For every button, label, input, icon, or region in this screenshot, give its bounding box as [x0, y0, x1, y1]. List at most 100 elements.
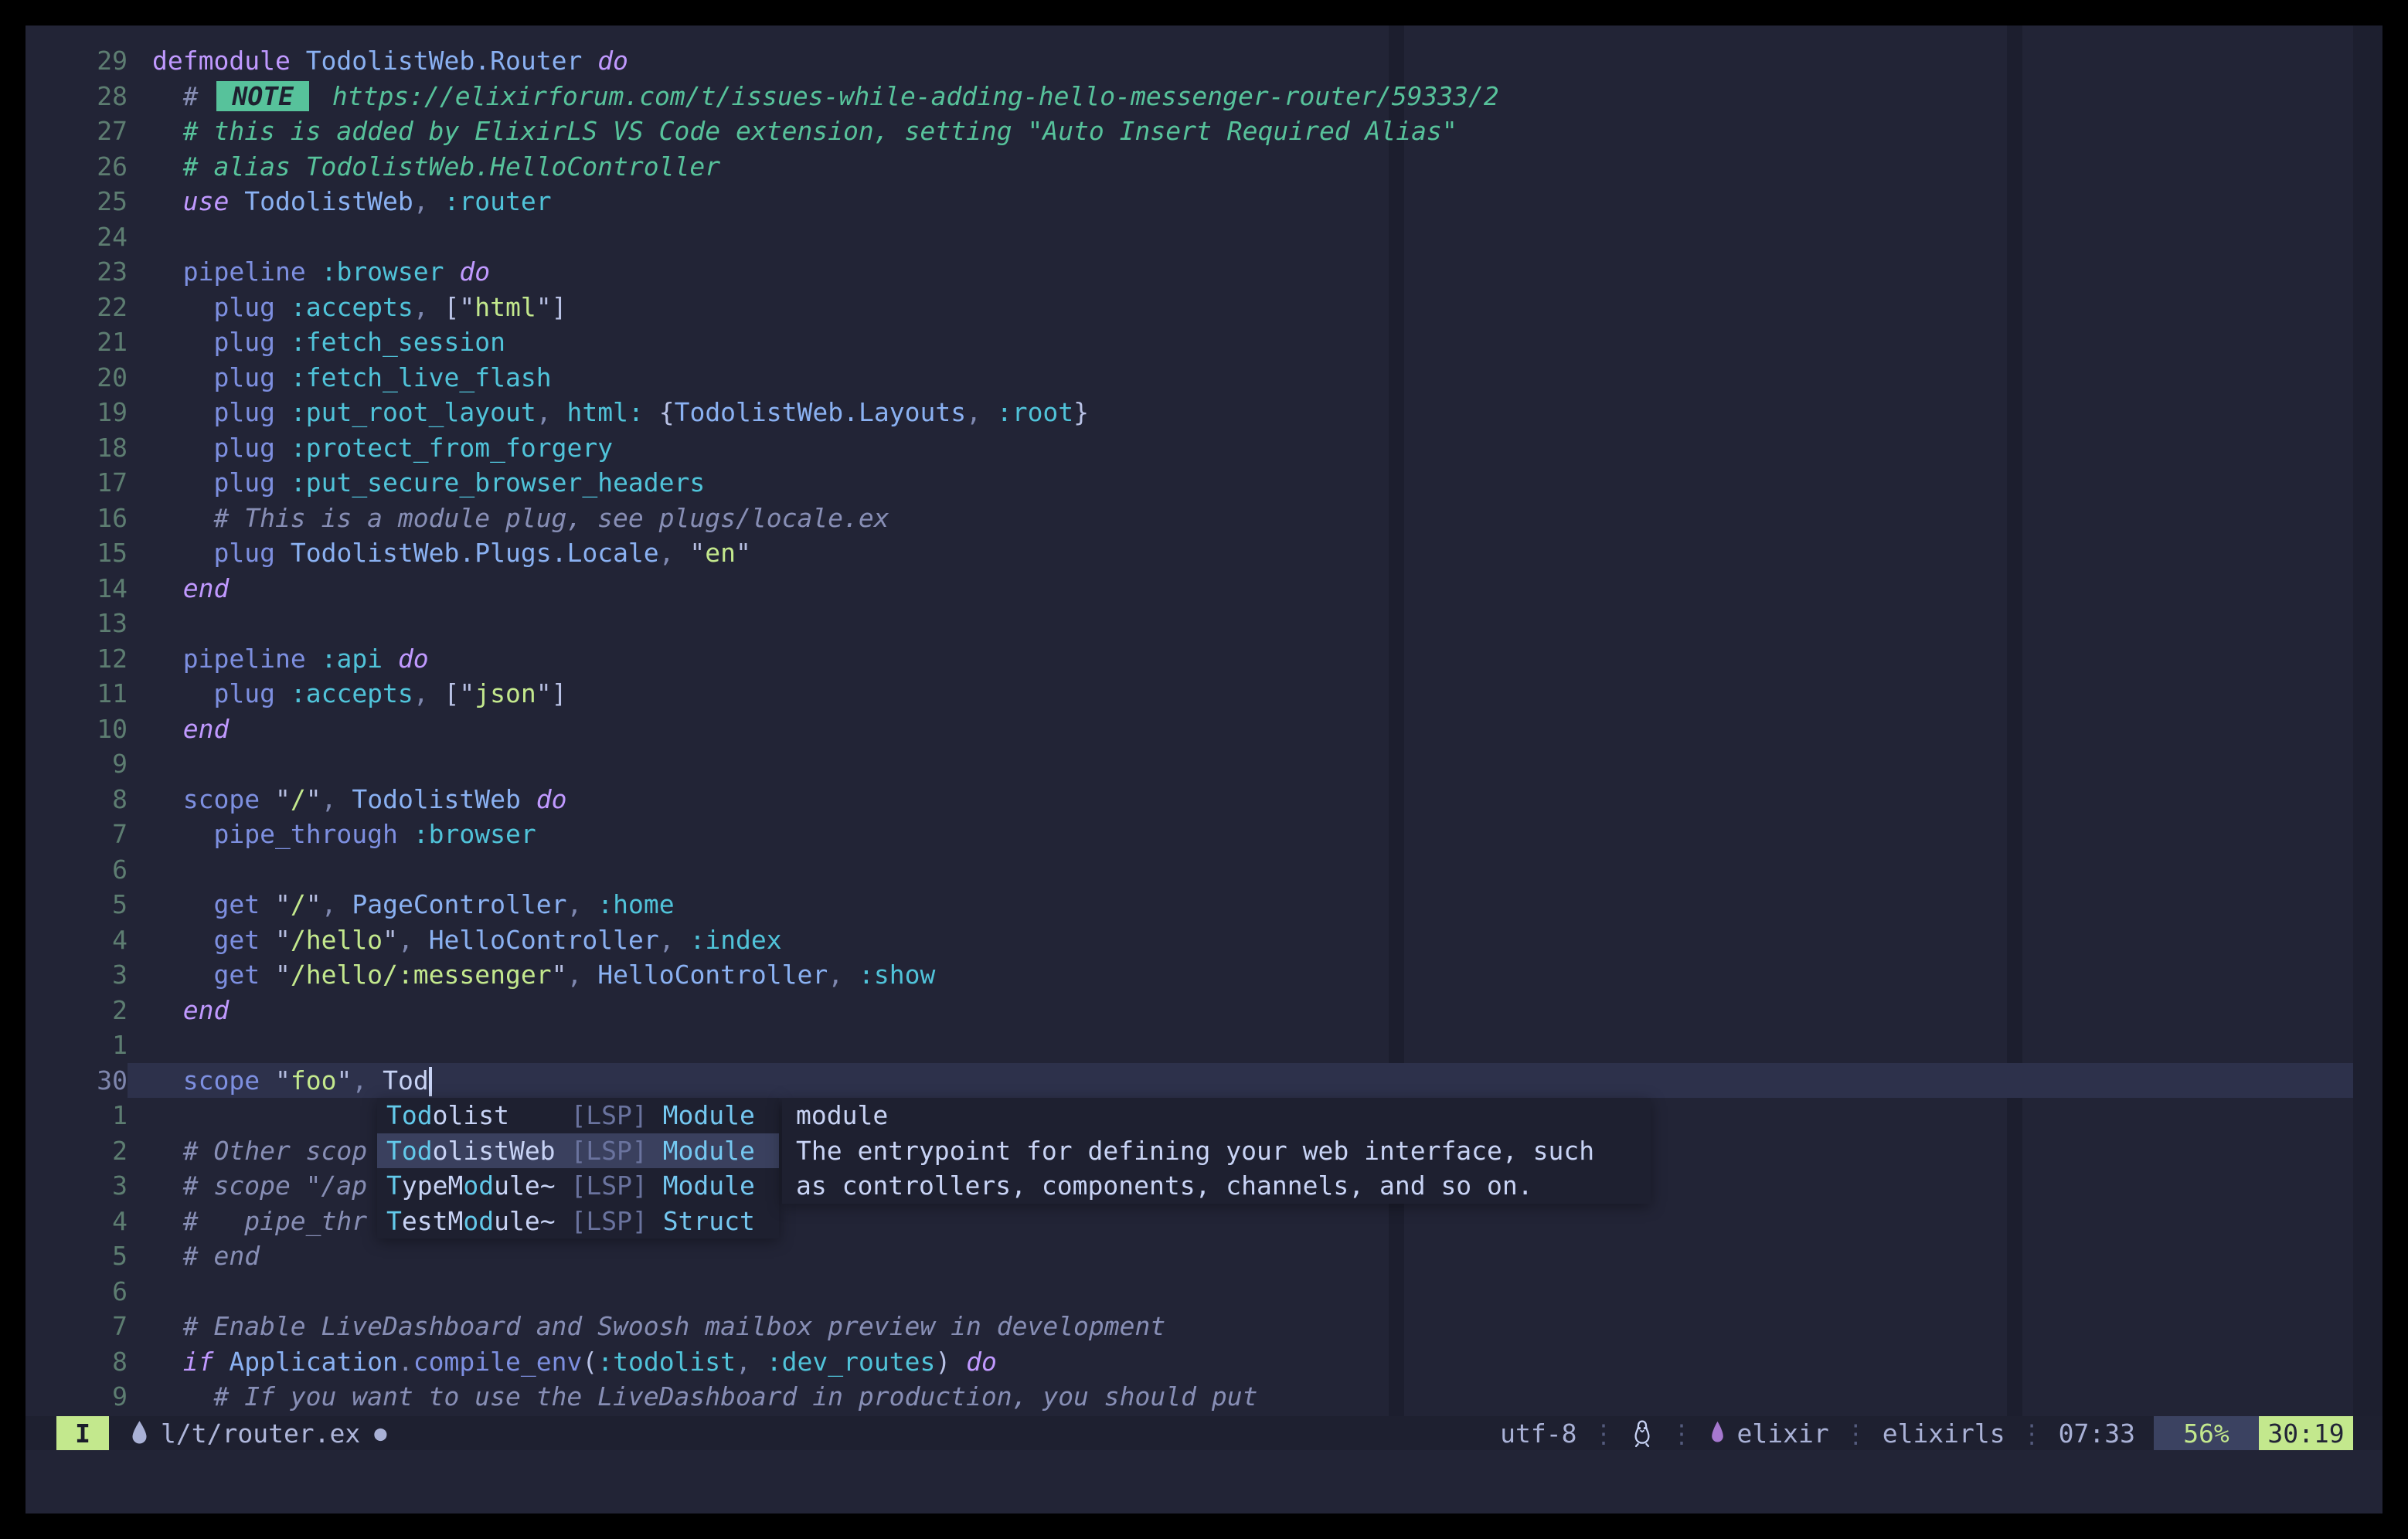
filename: l/t/router.ex	[161, 1418, 360, 1449]
line-number: 1	[56, 1098, 128, 1133]
line-number: 6	[56, 1274, 128, 1310]
code-line[interactable]: 17 plug :put_secure_browser_headers	[56, 465, 2353, 501]
code-line[interactable]: 9 # If you want to use the LiveDashboard…	[56, 1379, 2353, 1415]
line-number: 19	[56, 395, 128, 430]
code-line[interactable]: 12 pipeline :api do	[56, 641, 2353, 677]
line-number: 21	[56, 324, 128, 360]
statusline: I l/t/router.ex ● utf-8 ⋮ ⋮ elixir ⋮	[26, 1416, 2382, 1450]
filetype-label: elixir	[1736, 1418, 1828, 1449]
code-line[interactable]: 19 plug :put_root_layout, html: {Todolis…	[56, 395, 2353, 430]
code-line[interactable]: 6	[56, 852, 2353, 888]
code-line[interactable]: 4 get "/hello", HelloController, :index	[56, 922, 2353, 958]
code-line[interactable]: 8 if Application.compile_env(:todolist, …	[56, 1344, 2353, 1380]
code-line[interactable]: 13	[56, 606, 2353, 641]
line-number: 22	[56, 290, 128, 325]
encoding-label: utf-8	[1500, 1418, 1576, 1449]
line-number: 11	[56, 676, 128, 712]
file-droplet-icon	[129, 1419, 150, 1447]
line-number: 5	[56, 1238, 128, 1274]
elixir-droplet-icon	[1708, 1419, 1727, 1447]
line-number: 9	[56, 746, 128, 782]
line-number: 17	[56, 465, 128, 501]
scrollbar-area[interactable]	[2353, 25, 2382, 1416]
doc-line: The entrypoint for defining your web int…	[796, 1133, 1651, 1169]
line-number: 2	[56, 1133, 128, 1169]
line-number: 1	[56, 1028, 128, 1063]
code-line[interactable]: 29defmodule TodolistWeb.Router do	[56, 43, 2353, 79]
code-line[interactable]: 21 plug :fetch_session	[56, 324, 2353, 360]
code-line[interactable]: 18 plug :protect_from_forgery	[56, 430, 2353, 466]
doc-line: module	[796, 1098, 1651, 1133]
doc-line: as controllers, components, channels, an…	[796, 1168, 1651, 1204]
line-number: 8	[56, 782, 128, 817]
code-line[interactable]: 10 end	[56, 712, 2353, 747]
line-number: 9	[56, 1379, 128, 1415]
code-line[interactable]: 6	[56, 1274, 2353, 1310]
separator: ⋮	[1590, 1418, 1616, 1449]
code-line[interactable]: 30 scope "foo", Tod	[56, 1063, 2353, 1099]
line-number: 15	[56, 535, 128, 571]
neovim-window: 29defmodule TodolistWeb.Router do28 # NO…	[26, 25, 2382, 1514]
code-line[interactable]: 9	[56, 746, 2353, 782]
line-number: 28	[56, 79, 128, 114]
line-number: 14	[56, 571, 128, 606]
line-number: 7	[56, 817, 128, 852]
line-number: 3	[56, 1168, 128, 1204]
code-line[interactable]: 25 use TodolistWeb, :router	[56, 184, 2353, 219]
lsp-label: elixirls	[1883, 1418, 2005, 1449]
code-line[interactable]: 7 pipe_through :browser	[56, 817, 2353, 852]
text-cursor	[429, 1067, 432, 1096]
line-number: 20	[56, 360, 128, 396]
line-number: 4	[56, 1204, 128, 1239]
completion-docs: moduleThe entrypoint for defining your w…	[782, 1098, 1651, 1204]
line-number: 27	[56, 114, 128, 149]
completion-item[interactable]: Todolist [LSP] Module	[377, 1098, 779, 1133]
completion-popup: Todolist [LSP] ModuleTodolistWeb [LSP] M…	[377, 1098, 779, 1238]
line-number: 5	[56, 887, 128, 922]
line-number: 4	[56, 922, 128, 958]
code-line[interactable]: 23 pipeline :browser do	[56, 254, 2353, 290]
cursor-position: 30:19	[2259, 1416, 2353, 1450]
code-line[interactable]: 1	[56, 1028, 2353, 1063]
line-number: 26	[56, 149, 128, 185]
code-line[interactable]: 16 # This is a module plug, see plugs/lo…	[56, 501, 2353, 536]
line-number: 10	[56, 712, 128, 747]
code-line[interactable]: 2 end	[56, 993, 2353, 1028]
file-progress: 56%	[2154, 1416, 2259, 1450]
completion-item[interactable]: TestModule~ [LSP] Struct	[377, 1204, 779, 1239]
code-line[interactable]: 7 # Enable LiveDashboard and Swoosh mail…	[56, 1309, 2353, 1344]
code-line[interactable]: 15 plug TodolistWeb.Plugs.Locale, "en"	[56, 535, 2353, 571]
line-number: 7	[56, 1309, 128, 1344]
line-number: 23	[56, 254, 128, 290]
line-number: 12	[56, 641, 128, 677]
code-line[interactable]: 3 get "/hello/:messenger", HelloControll…	[56, 957, 2353, 993]
linux-penguin-icon	[1630, 1418, 1655, 1448]
code-line[interactable]: 8 scope "/", TodolistWeb do	[56, 782, 2353, 817]
line-number: 2	[56, 993, 128, 1028]
line-number: 13	[56, 606, 128, 641]
code-line[interactable]: 20 plug :fetch_live_flash	[56, 360, 2353, 396]
code-line[interactable]: 26 # alias TodolistWeb.HelloController	[56, 149, 2353, 185]
code-line[interactable]: 5 get "/", PageController, :home	[56, 887, 2353, 922]
separator: ⋮	[1668, 1418, 1694, 1449]
code-line[interactable]: 24	[56, 219, 2353, 255]
completion-item[interactable]: TypeModule~ [LSP] Module	[377, 1168, 779, 1204]
separator: ⋮	[1843, 1418, 1869, 1449]
code-line[interactable]: 22 plug :accepts, ["html"]	[56, 290, 2353, 325]
code-line[interactable]: 27 # this is added by ElixirLS VS Code e…	[56, 114, 2353, 149]
time-label: 07:33	[2059, 1418, 2135, 1449]
line-number: 3	[56, 957, 128, 993]
modified-indicator: ●	[374, 1422, 386, 1446]
completion-item[interactable]: TodolistWeb [LSP] Module	[377, 1133, 779, 1169]
separator: ⋮	[2019, 1418, 2045, 1449]
code-line[interactable]: 14 end	[56, 571, 2353, 606]
line-number: 25	[56, 184, 128, 219]
code-line[interactable]: 5 # end	[56, 1238, 2353, 1274]
line-number: 16	[56, 501, 128, 536]
line-number: 30	[56, 1063, 128, 1099]
line-number: 29	[56, 43, 128, 79]
mode-indicator: I	[56, 1416, 109, 1450]
code-line[interactable]: 28 # NOTE https://elixirforum.com/t/issu…	[56, 79, 2353, 114]
line-number: 24	[56, 219, 128, 255]
code-line[interactable]: 11 plug :accepts, ["json"]	[56, 676, 2353, 712]
